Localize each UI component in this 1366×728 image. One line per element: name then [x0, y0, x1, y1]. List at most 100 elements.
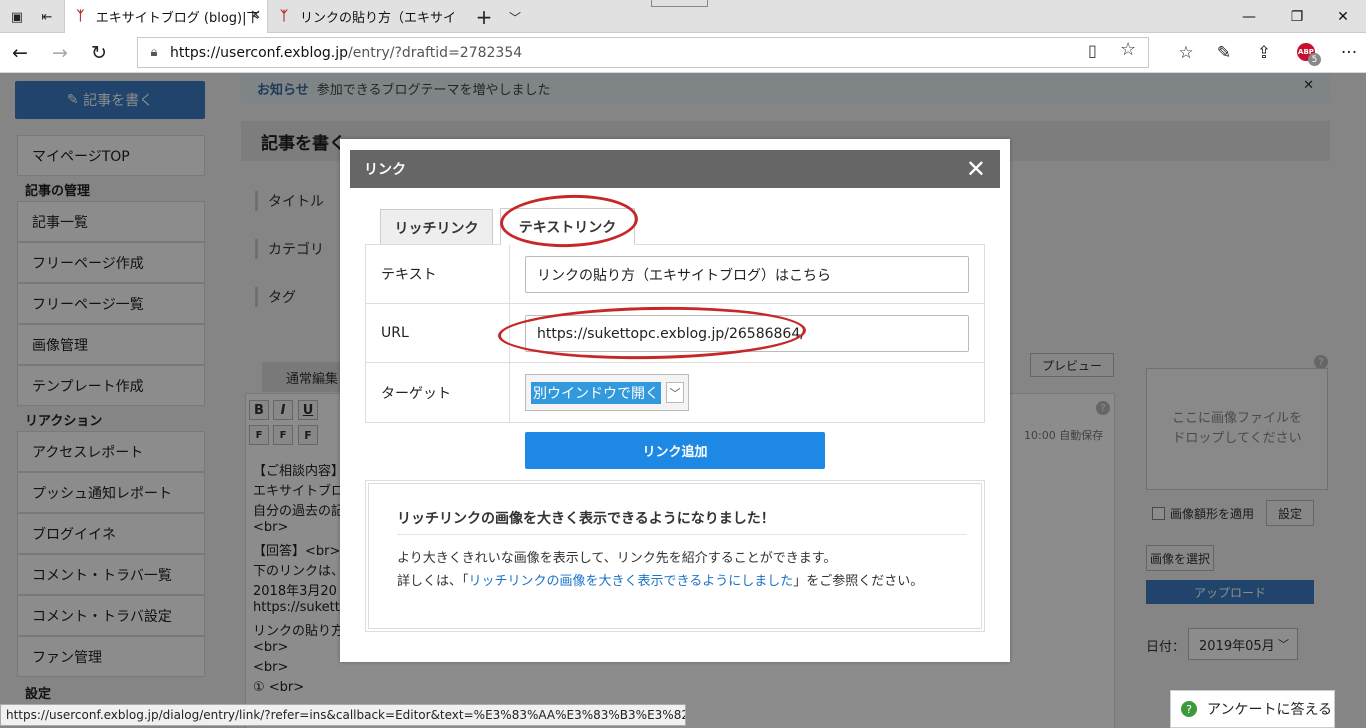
notice-close-icon[interactable]: ✕ [1303, 78, 1314, 93]
date-label: 日付： [1146, 640, 1186, 655]
window-close-icon[interactable]: ✕ [1320, 0, 1366, 33]
editor-line: ① <br> [253, 680, 305, 695]
info-title: リッチリンクの画像を大きく表示できるようになりました！ [397, 511, 775, 527]
sidebar-item-freepage-list[interactable]: フリーページ一覧 [17, 283, 205, 324]
form-row-url: URL https://sukettopc.exblog.jp/26586864… [366, 304, 984, 363]
url-label: URL [366, 304, 510, 362]
url-path: /entry/?draftid=2782354 [348, 44, 523, 61]
tab-list-chevron-icon[interactable]: ﹀ [502, 4, 528, 30]
tab-exblog-dashboard[interactable]: ᛉ エキサイトブログ (blog)|下記 ✕ [64, 0, 268, 33]
reading-view-icon[interactable]: ▯ [1088, 41, 1097, 60]
sidebar-item-fan-manage[interactable]: ファン管理 [17, 636, 205, 677]
tag-field-label: タグ [255, 287, 296, 307]
sidebar-item-comment-list[interactable]: コメント・トラバ一覧 [17, 554, 205, 595]
refresh-icon[interactable]: ↻ [84, 39, 114, 67]
url-host: https://userconf.exblog.jp [170, 44, 349, 61]
editor-line: 下のリンクは、 [253, 564, 345, 579]
form-row-text: テキスト リンクの貼り方（エキサイトブログ）はこちら [366, 245, 984, 304]
sidebar: ✎ 記事を書く マイページTOP 記事の管理 記事一覧 フリーページ作成 フリー… [15, 73, 205, 728]
new-tab-icon[interactable]: + [471, 4, 497, 30]
upload-button[interactable]: アップロード [1146, 580, 1314, 604]
editor-line: <br> [253, 520, 289, 535]
info-link[interactable]: リッチリンクの画像を大きく表示できるようにしました [469, 574, 794, 589]
dialog-close-icon[interactable]: ✕ [966, 155, 986, 183]
more-menu-icon[interactable]: ··· [1334, 39, 1364, 67]
select-image-button[interactable]: 画像を選択 [1146, 545, 1214, 571]
italic-button[interactable]: I [273, 400, 293, 420]
info-text-with-link: 詳しくは、「リッチリンクの画像を大きく表示できるようにしました」をご参照ください… [397, 570, 923, 589]
favorite-star-icon[interactable]: ☆ [1120, 39, 1136, 60]
help-icon[interactable]: ? [1096, 401, 1110, 415]
pen-notes-icon[interactable]: ✎ [1209, 39, 1239, 67]
lock-icon: 🔒︎ [150, 45, 158, 60]
back-arrow-icon[interactable]: ← [5, 39, 35, 67]
title-field-label: タイトル [255, 191, 324, 211]
info-box: リッチリンクの画像を大きく表示できるようになりました！ より大きくきれいな画像を… [365, 480, 985, 632]
date-value: 2019年05月 [1199, 638, 1275, 654]
dialog-title: リンク [364, 162, 406, 178]
favorites-hub-icon[interactable]: ☆ [1171, 39, 1201, 67]
dialog-header: リンク ✕ [350, 150, 1000, 188]
editor-line: 自分の過去の記 [253, 504, 345, 519]
sidebar-item-push-report[interactable]: プッシュ通知レポート [17, 472, 205, 513]
form-row-target: ターゲット 別ウインドウで開く ﹀ [366, 363, 984, 422]
tab-manager-icon[interactable]: ▣ [4, 4, 30, 30]
sidebar-item-blog-iine[interactable]: ブログイイネ [17, 513, 205, 554]
sidebar-section-reaction: リアクション [25, 414, 103, 429]
tab-text-link[interactable]: テキストリンク [500, 208, 635, 245]
preview-button[interactable]: プレビュー [1030, 353, 1114, 377]
sidebar-item-mypage-top[interactable]: マイページTOP [17, 135, 205, 176]
dropzone-text: ここに画像ファイルを [1171, 411, 1302, 426]
write-button-label: 記事を書く [83, 93, 154, 109]
underline-button[interactable]: U [298, 400, 318, 420]
sidebar-item-access-report[interactable]: アクセスレポート [17, 431, 205, 472]
notice-text[interactable]: 参加できるブログテーマを増やしました [317, 79, 551, 98]
link-dialog: リンク ✕ リッチリンク テキストリンク テキスト リンクの貼り方（エキサイトブ… [340, 139, 1010, 662]
pencil-icon: ✎ [66, 92, 84, 108]
chevron-down-icon: ﹀ [666, 382, 684, 403]
forward-arrow-icon[interactable]: → [45, 39, 75, 67]
link-form: テキスト リンクの貼り方（エキサイトブログ）はこちら URL https://s… [365, 244, 985, 423]
editor-line: <br> [253, 660, 289, 675]
write-article-button[interactable]: ✎ 記事を書く [15, 81, 205, 119]
date-select[interactable]: 2019年05月 ﹀ [1188, 628, 1298, 660]
share-icon[interactable]: ⇪ [1249, 39, 1279, 67]
dropzone-text: ドロップしてください [1172, 431, 1302, 446]
survey-button[interactable]: ? アンケートに答える [1170, 690, 1335, 728]
editor-line: エキサイトブロ [253, 484, 345, 499]
tab-rich-link[interactable]: リッチリンク [380, 209, 493, 246]
image-dropzone[interactable]: ここに画像ファイルを ドロップしてください [1146, 368, 1328, 490]
frame-checkbox[interactable] [1152, 507, 1165, 520]
sidebar-item-template-create[interactable]: テンプレート作成 [17, 365, 205, 406]
target-select-value: 別ウインドウで開く [531, 381, 661, 404]
url-field[interactable]: 🔒︎ https://userconf.exblog.jp/entry/?dra… [137, 37, 1149, 68]
add-link-button[interactable]: リンク追加 [525, 432, 825, 469]
info-divider [397, 534, 967, 535]
font-size-button[interactable]: F [273, 425, 293, 445]
frame-option: 画像額形を適用 [1152, 505, 1254, 522]
drag-handle[interactable] [651, 0, 708, 7]
frame-settings-button[interactable]: 設定 [1266, 500, 1314, 526]
chevron-down-icon: ﹀ [1278, 638, 1289, 651]
font-button[interactable]: F [249, 425, 269, 445]
target-label: ターゲット [366, 363, 510, 422]
sidebar-item-freepage-create[interactable]: フリーページ作成 [17, 242, 205, 283]
target-select[interactable]: 別ウインドウで開く ﹀ [525, 374, 689, 411]
set-aside-tabs-icon[interactable]: ⇤ [34, 4, 60, 30]
tab-link-howto[interactable]: ᛉ リンクの貼り方（エキサイトブログ [268, 0, 468, 33]
sidebar-item-image-manage[interactable]: 画像管理 [17, 324, 205, 365]
info-text: より大きくきれいな画像を表示して、リンク先を紹介することができます。 [397, 551, 837, 566]
minimize-icon[interactable]: — [1226, 0, 1272, 33]
image-help-icon[interactable]: ? [1314, 355, 1328, 369]
tab-close-icon[interactable]: ✕ [250, 8, 261, 23]
restore-icon[interactable]: ❐ [1274, 0, 1320, 33]
font-color-button[interactable]: F [298, 425, 318, 445]
sidebar-item-comment-settings[interactable]: コメント・トラバ設定 [17, 595, 205, 636]
link-url-input[interactable]: https://sukettopc.exblog.jp/26586864/ [525, 315, 969, 352]
sidebar-item-article-list[interactable]: 記事一覧 [17, 201, 205, 242]
editor-line: https://sukett [253, 600, 340, 615]
bold-button[interactable]: B [249, 400, 269, 420]
link-text-input[interactable]: リンクの貼り方（エキサイトブログ）はこちら [525, 256, 969, 293]
notice-bar: お知らせ 参加できるブログテーマを増やしました ✕ [241, 73, 1330, 103]
question-icon: ? [1181, 701, 1197, 717]
